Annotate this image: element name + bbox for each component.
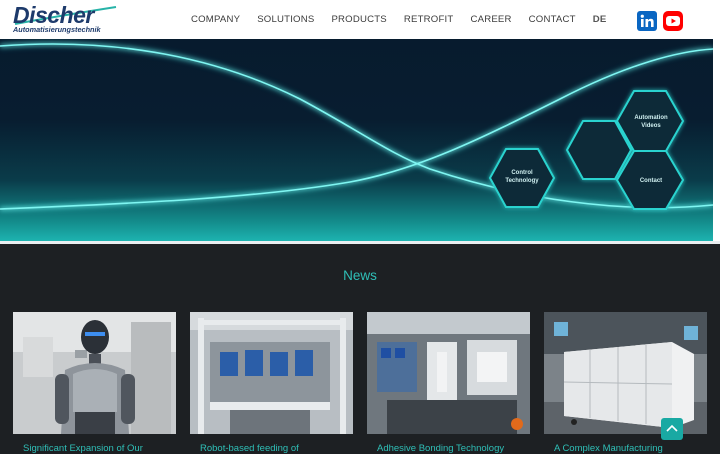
hex-label-automation-videos[interactable]: Automation Videos <box>626 114 676 130</box>
language-switch-de[interactable]: DE <box>593 14 607 25</box>
news-card-title-4[interactable]: A Complex Manufacturing <box>554 443 663 454</box>
nav-contact[interactable]: CONTACT <box>529 14 576 25</box>
site-header: Discher Automatisierungstechnik COMPANY … <box>0 0 720 39</box>
news-card-image-2[interactable] <box>190 312 353 434</box>
hex-label-control-technology[interactable]: Control Technology <box>498 169 546 185</box>
hero-banner: Control Technology Automation Videos Con… <box>0 39 713 241</box>
news-section: News Significant Expansion of Our Robot-… <box>0 244 720 454</box>
news-card-image-4[interactable] <box>544 312 707 434</box>
news-card-title-2[interactable]: Robot-based feeding of <box>200 443 299 454</box>
nav-career[interactable]: CAREER <box>470 14 511 25</box>
news-heading: News <box>343 268 377 283</box>
nav-retrofit[interactable]: RETROFIT <box>404 14 454 25</box>
nav-products[interactable]: PRODUCTS <box>331 14 386 25</box>
main-nav: COMPANY SOLUTIONS PRODUCTS RETROFIT CARE… <box>191 0 606 39</box>
news-card-image-1[interactable] <box>13 312 176 434</box>
discher-logo[interactable]: Discher Automatisierungstechnik <box>12 2 118 35</box>
news-card-title-1[interactable]: Significant Expansion of Our <box>23 443 143 454</box>
news-card-image-3[interactable] <box>367 312 530 434</box>
scroll-to-top-button[interactable] <box>661 418 683 440</box>
hex-label-contact[interactable]: Contact <box>626 177 676 185</box>
news-card-title-3[interactable]: Adhesive Bonding Technology <box>377 443 504 454</box>
chevron-up-icon <box>666 424 678 432</box>
logo-subtitle: Automatisierungstechnik <box>13 25 101 34</box>
hero-right-edge <box>713 39 720 241</box>
youtube-icon[interactable] <box>663 11 683 31</box>
linkedin-icon[interactable] <box>637 11 657 31</box>
nav-company[interactable]: COMPANY <box>191 14 240 25</box>
hero-wave-graphic <box>0 41 713 212</box>
nav-solutions[interactable]: SOLUTIONS <box>257 14 314 25</box>
